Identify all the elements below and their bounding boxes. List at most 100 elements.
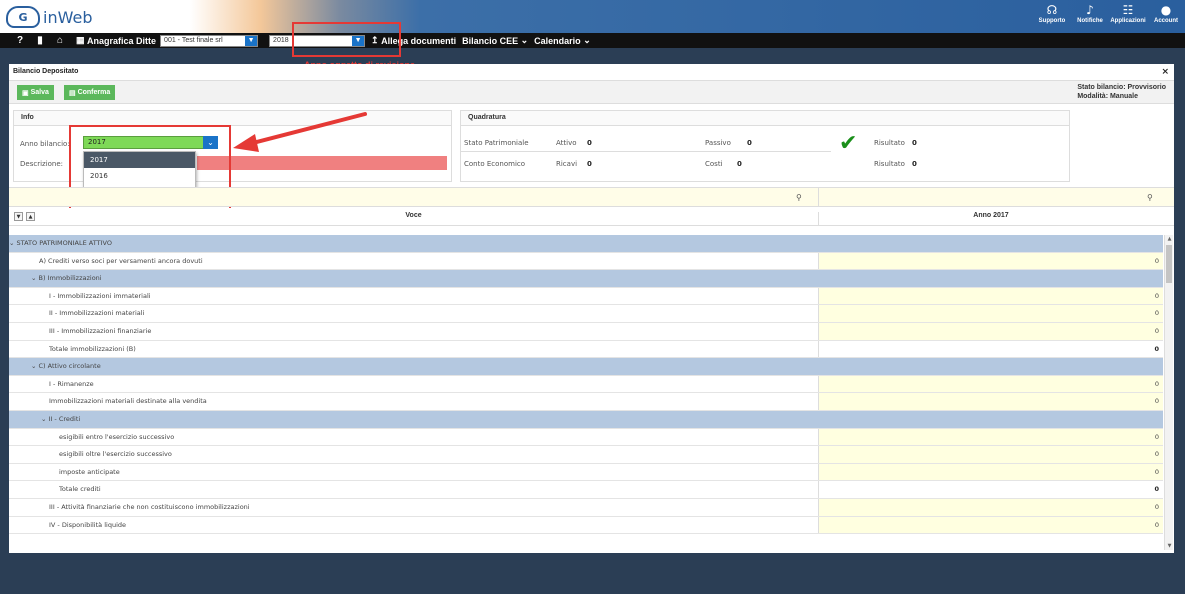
row-label: III - Attività finanziarie che non costi… — [49, 503, 250, 511]
chevron-down-icon: ▼ — [245, 35, 258, 46]
grid-scrollbar[interactable]: ▲ ▼ — [1164, 235, 1173, 550]
table-row[interactable]: Totale crediti 0 — [9, 481, 1163, 499]
descrizione-label: Descrizione: — [20, 160, 64, 168]
grid-rows: ⌄ STATO PATRIMONIALE ATTIVO A) Crediti ve… — [9, 235, 1163, 535]
status-modalita: Modalità: Manuale — [1077, 93, 1138, 100]
calendario-menu[interactable]: Calendario ⌄ — [534, 35, 591, 46]
table-row[interactable]: I - Immobilizzazioni immateriali 0 — [9, 287, 1163, 306]
building-icon: ▦ — [76, 35, 88, 45]
table-row[interactable]: esigibili oltre l'esercizio successivo 0 — [9, 446, 1163, 464]
save-icon: ▣ — [22, 89, 31, 97]
row-value[interactable]: 0 — [818, 516, 1163, 534]
row-label: I - Immobilizzazioni immateriali — [49, 292, 151, 300]
support-button[interactable]: ☊ Supporto — [1033, 2, 1071, 24]
row-label: ⌄ C) Attivo circolante — [31, 362, 101, 370]
row-value[interactable]: 0 — [818, 252, 1163, 270]
row-value[interactable]: 0 — [818, 305, 1163, 322]
row-value[interactable]: 0 — [818, 393, 1163, 410]
anno-bilancio-label: Anno bilancio: — [20, 140, 70, 148]
search-icon[interactable]: ⚲ — [1147, 193, 1153, 202]
table-row[interactable]: imposte anticipate 0 — [9, 463, 1163, 482]
risultato-value: 0 — [912, 160, 917, 168]
costi-value: 0 — [737, 160, 742, 168]
costi-label: Costi — [705, 160, 723, 168]
table-row[interactable]: II - Immobilizzazioni materiali 0 — [9, 305, 1163, 323]
applications-button[interactable]: ☷ Applicazioni — [1109, 2, 1147, 24]
table-row[interactable]: IV - Disponibilità liquide 0 — [9, 516, 1163, 535]
account-button[interactable]: ● Account — [1147, 2, 1185, 24]
company-select[interactable]: 001 - Test finale srl ▼ — [160, 34, 259, 47]
row-label: Totale immobilizzazioni (B) — [49, 345, 136, 353]
row-value[interactable]: 0 — [818, 428, 1163, 446]
header-actions: ☊ Supporto ♪ Notifiche ☷ Applicazioni ● … — [1033, 2, 1185, 24]
row-text: esigibili oltre l'esercizio successivo — [59, 450, 172, 459]
scroll-thumb[interactable] — [1166, 245, 1172, 283]
row-value[interactable]: 0 — [818, 463, 1163, 481]
app-logo[interactable]: G inWeb — [6, 4, 92, 30]
chevron-down-icon[interactable]: ⌄ — [9, 239, 17, 247]
attivo-value: 0 — [587, 139, 592, 147]
headset-icon: ☊ — [1046, 3, 1058, 17]
help-icon[interactable]: ? — [10, 35, 30, 46]
table-row[interactable]: esigibili entro l'esercizio successivo 0 — [9, 428, 1163, 447]
row-text: I - Immobilizzazioni immateriali — [49, 291, 151, 300]
group-row[interactable]: ⌄ C) Attivo circolante — [9, 358, 1163, 376]
passivo-value: 0 — [747, 139, 752, 147]
home-icon[interactable]: ⌂ — [50, 35, 70, 46]
bilancio-window: Bilancio Depositato × ▣ Salva ▤ Conferma… — [9, 64, 1174, 553]
search-icon[interactable]: ⚲ — [796, 193, 802, 202]
scroll-up-icon[interactable]: ▲ — [1165, 236, 1174, 242]
row-value[interactable]: 0 — [818, 287, 1163, 305]
row-label: I - Rimanenze — [49, 380, 94, 388]
chevron-down-icon: ⌄ — [580, 35, 591, 45]
row-label: esigibili oltre l'esercizio successivo — [59, 450, 172, 458]
quadratura-panel-title: Quadratura — [461, 111, 1069, 126]
table-row[interactable]: III - Immobilizzazioni finanziarie 0 — [9, 322, 1163, 341]
row-text: III - Attività finanziarie che non costi… — [49, 502, 250, 511]
group-row[interactable]: ⌄ STATO PATRIMONIALE ATTIVO — [9, 235, 1163, 253]
row-value[interactable]: 0 — [818, 322, 1163, 340]
row-text: STATO PATRIMONIALE ATTIVO — [16, 239, 112, 247]
grid-icon: ☷ — [1122, 3, 1134, 17]
chevron-down-icon[interactable]: ⌄ — [31, 274, 39, 282]
close-icon[interactable]: × — [1161, 67, 1169, 77]
scroll-down-icon[interactable]: ▼ — [1165, 543, 1174, 549]
applications-label: Applicazioni — [1110, 18, 1146, 24]
table-row[interactable]: III - Attività finanziarie che non costi… — [9, 498, 1163, 517]
group-row[interactable]: ⌄ B) Immobilizzazioni — [9, 270, 1163, 288]
descrizione-input[interactable] — [197, 156, 447, 170]
status-bilancio: Stato bilancio: Provvisorio — [1077, 84, 1166, 91]
anagrafica-ditte-menu[interactable]: ▦ Anagrafica Ditte — [76, 35, 156, 46]
row-label: II - Immobilizzazioni materiali — [49, 309, 144, 317]
group-row[interactable]: ⌄ II - Crediti — [9, 410, 1163, 429]
annotation-arrow-icon — [233, 112, 367, 152]
bell-icon: ♪ — [1086, 3, 1094, 17]
ricavi-value: 0 — [587, 160, 592, 168]
notifications-button[interactable]: ♪ Notifiche — [1071, 2, 1109, 24]
menu-bar: ? ▮ ⌂ ▦ Anagrafica Ditte 001 - Test fina… — [0, 33, 1185, 48]
top-header: G inWeb ☊ Supporto ♪ Notifiche ☷ Applica… — [0, 0, 1185, 33]
anagrafica-label: Anagrafica Ditte — [87, 35, 157, 46]
calendario-label: Calendario — [534, 35, 581, 46]
row-label: Conto Economico — [464, 160, 526, 168]
table-row[interactable]: A) Crediti verso soci per versamenti anc… — [9, 252, 1163, 271]
trash-icon: ▤ — [69, 89, 78, 97]
table-row[interactable]: I - Rimanenze 0 — [9, 375, 1163, 394]
row-label: ⌄ II - Crediti — [41, 415, 80, 423]
row-value[interactable]: 0 — [818, 446, 1163, 463]
column-header-voce[interactable]: Voce — [9, 212, 818, 219]
video-icon[interactable]: ▮ — [30, 35, 50, 46]
chevron-down-icon[interactable]: ⌄ — [31, 362, 39, 370]
row-value[interactable]: 0 — [818, 375, 1163, 393]
row-value[interactable]: 0 — [818, 498, 1163, 516]
confirm-button[interactable]: ▤ Conferma — [64, 85, 116, 100]
table-row[interactable]: Immobilizzazioni materiali destinate all… — [9, 393, 1163, 411]
column-header-anno[interactable]: Anno 2017 — [818, 212, 1163, 226]
bilancio-cee-menu[interactable]: Bilancio CEE ⌄ — [462, 35, 528, 46]
divider — [461, 151, 831, 152]
save-button[interactable]: ▣ Salva — [17, 85, 54, 100]
table-row[interactable]: Totale immobilizzazioni (B) 0 — [9, 340, 1163, 359]
row-text: III - Immobilizzazioni finanziarie — [49, 326, 152, 335]
chevron-down-icon[interactable]: ⌄ — [41, 415, 49, 423]
row-text: I - Rimanenze — [49, 379, 94, 388]
